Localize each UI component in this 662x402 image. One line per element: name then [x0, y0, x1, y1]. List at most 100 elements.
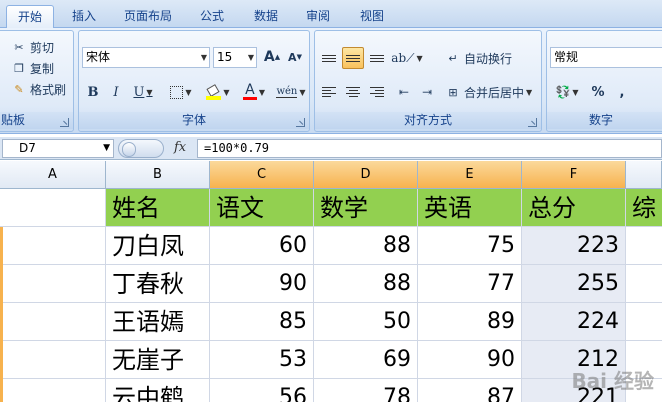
align-middle-button[interactable]	[342, 47, 364, 69]
table-cell-name[interactable]: 刀白凤	[106, 227, 210, 265]
format-painter-button[interactable]: ✎ 格式刷	[11, 79, 66, 99]
font-dialog-launcher-icon[interactable]	[296, 118, 305, 127]
table-cell-total[interactable]: 255	[522, 265, 626, 303]
grow-font-label: A	[263, 49, 275, 65]
font-color-button[interactable]: A ▼	[238, 81, 270, 103]
column-header-g[interactable]	[626, 161, 662, 189]
formula-input[interactable]: =100*0.79	[197, 139, 662, 158]
cell-a[interactable]	[0, 227, 106, 265]
table-cell-math[interactable]: 69	[314, 341, 418, 379]
table-cell-chinese[interactable]: 85	[210, 303, 314, 341]
tab-data[interactable]: 数据	[244, 5, 288, 28]
borders-button[interactable]: ▼	[165, 81, 197, 103]
cell-a[interactable]	[0, 303, 106, 341]
table-cell-chinese[interactable]: 53	[210, 341, 314, 379]
comma-style-button[interactable]: ,	[611, 81, 633, 103]
table-cell-math[interactable]: 50	[314, 303, 418, 341]
table-cell-chinese[interactable]: 90	[210, 265, 314, 303]
increase-indent-button[interactable]: ⇥	[416, 81, 438, 103]
wrap-text-button[interactable]: ↵ 自动换行	[445, 48, 512, 68]
table-cell-english[interactable]: 77	[418, 265, 522, 303]
cell-a[interactable]	[0, 265, 106, 303]
font-color-label: A	[245, 82, 255, 98]
align-middle-icon	[346, 54, 360, 62]
watermark: Bai 经验	[571, 369, 654, 393]
merge-center-button[interactable]: ⊞ 合并后居中 ▼	[445, 82, 532, 102]
bold-button[interactable]: B	[82, 81, 104, 103]
tab-page-layout[interactable]: 页面布局	[114, 5, 182, 28]
column-header-f[interactable]: F	[522, 161, 626, 189]
alignment-dialog-launcher-icon[interactable]	[528, 118, 537, 127]
column-header-d[interactable]: D	[314, 161, 418, 189]
table-cell-name[interactable]: 无崖子	[106, 341, 210, 379]
chevron-down-icon: ▼	[299, 87, 306, 97]
align-left-button[interactable]	[318, 81, 340, 103]
cell-g[interactable]	[626, 303, 662, 341]
align-top-button[interactable]	[318, 47, 340, 69]
table-cell-total[interactable]: 223	[522, 227, 626, 265]
font-color-icon: A	[242, 82, 257, 100]
align-bottom-icon	[370, 54, 384, 62]
align-center-button[interactable]	[342, 81, 364, 103]
alignment-group: ab⟋ ▼ ↵ 自动换行 ⇤ ⇥ ⊞ 合并后居中 ▼ 对齐方式	[314, 30, 542, 132]
tab-formulas[interactable]: 公式	[190, 5, 234, 28]
accounting-format-button[interactable]: 💱 ▼	[550, 81, 584, 103]
table-cell-english[interactable]: 75	[418, 227, 522, 265]
header-cell[interactable]: 姓名	[106, 189, 210, 227]
copy-button[interactable]: ❐ 复制	[11, 58, 54, 78]
pinyin-button[interactable]: wén ▼	[275, 81, 307, 103]
font-name-combo[interactable]: 宋体 ▼	[82, 47, 210, 68]
column-header-b[interactable]: B	[106, 161, 210, 189]
tab-review[interactable]: 审阅	[296, 5, 340, 28]
header-cell[interactable]: 数学	[314, 189, 418, 227]
clipboard-dialog-launcher-icon[interactable]	[60, 118, 69, 127]
orientation-button[interactable]: ab⟋ ▼	[391, 47, 423, 69]
table-cell-math[interactable]: 78	[314, 379, 418, 402]
number-format-combo[interactable]: 常规	[550, 47, 662, 68]
shrink-font-button[interactable]: A ▼	[284, 46, 306, 68]
column-header-c[interactable]: C	[210, 161, 314, 189]
table-cell-english[interactable]: 89	[418, 303, 522, 341]
clipboard-group: ✂ 剪切 ❐ 复制 ✎ 格式刷 贴板	[0, 30, 74, 132]
table-cell-math[interactable]: 88	[314, 227, 418, 265]
table-cell-total[interactable]: 224	[522, 303, 626, 341]
table-cell-name[interactable]: 王语嫣	[106, 303, 210, 341]
insert-function-button[interactable]: fx	[174, 140, 186, 155]
table-cell-chinese[interactable]: 56	[210, 379, 314, 402]
align-right-button[interactable]	[366, 81, 388, 103]
table-cell-math[interactable]: 88	[314, 265, 418, 303]
fill-color-button[interactable]: ▼	[201, 81, 235, 103]
italic-button[interactable]: I	[105, 81, 127, 103]
align-bottom-button[interactable]	[366, 47, 388, 69]
cell-g[interactable]	[626, 227, 662, 265]
cell-a-header[interactable]	[0, 189, 106, 227]
grow-font-button[interactable]: A ▲	[261, 46, 283, 68]
cell-g[interactable]	[626, 265, 662, 303]
formula-bar-resize-handle[interactable]	[118, 139, 164, 158]
cell-a[interactable]	[0, 379, 106, 402]
table-cell-english[interactable]: 87	[418, 379, 522, 402]
decrease-indent-button[interactable]: ⇤	[393, 81, 415, 103]
header-cell[interactable]: 英语	[418, 189, 522, 227]
worksheet-grid: A B C D E F 姓名 语文 数学 英语 总分综刀白凤 60 88 75 223 丁春秋 90…	[0, 161, 662, 402]
tab-home[interactable]: 开始	[6, 5, 54, 29]
header-cell[interactable]: 语文	[210, 189, 314, 227]
cut-button[interactable]: ✂ 剪切	[11, 37, 54, 57]
table-cell-english[interactable]: 90	[418, 341, 522, 379]
table-cell-name[interactable]: 丁春秋	[106, 265, 210, 303]
column-header-e[interactable]: E	[418, 161, 522, 189]
header-cell[interactable]: 综	[626, 189, 662, 227]
underline-button[interactable]: U ▼	[128, 81, 158, 103]
font-size-combo[interactable]: 15 ▼	[213, 47, 257, 68]
tab-view[interactable]: 视图	[350, 5, 394, 28]
percent-button[interactable]: %	[587, 81, 609, 103]
cell-a[interactable]	[0, 341, 106, 379]
tab-insert[interactable]: 插入	[62, 5, 106, 28]
name-box[interactable]: D7 ▼	[2, 139, 114, 158]
column-header-a[interactable]: A	[0, 161, 106, 189]
table-cell-name[interactable]: 云中鹤	[106, 379, 210, 402]
table-cell-chinese[interactable]: 60	[210, 227, 314, 265]
bold-label: B	[87, 84, 99, 100]
caret-down-icon: ▼	[296, 53, 302, 61]
header-cell[interactable]: 总分	[522, 189, 626, 227]
